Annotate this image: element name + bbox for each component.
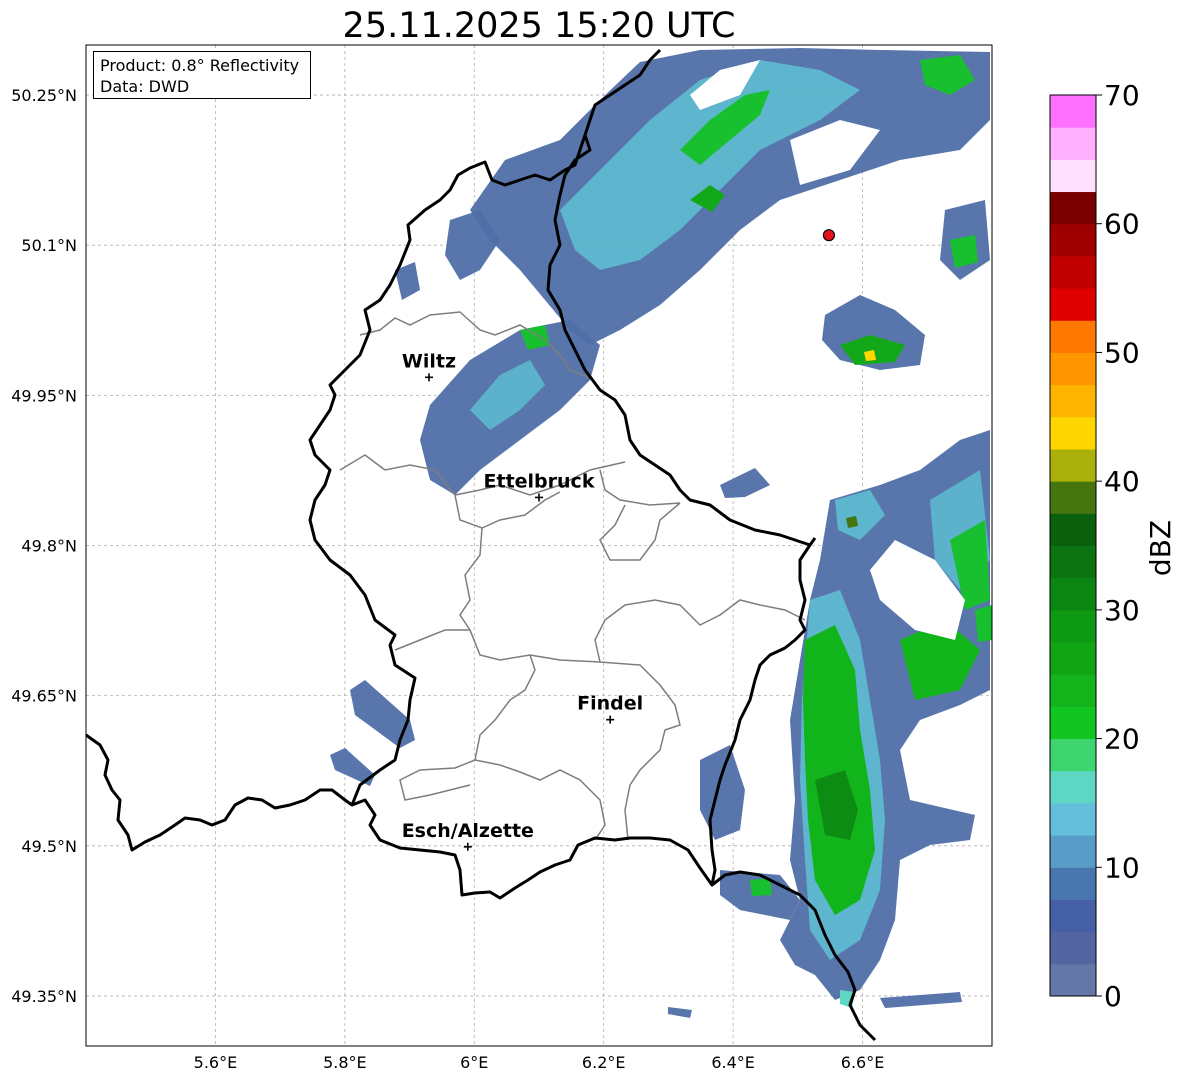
colorbar-bin [1050, 448, 1096, 482]
colorbar-bin [1050, 95, 1096, 128]
colorbar-label: dBZ [1144, 520, 1177, 576]
lon-tick-label: 6.4°E [711, 1053, 755, 1072]
colorbar-bin [1050, 288, 1096, 321]
lat-tick-label: 49.65°N [11, 687, 77, 706]
colorbar-tick-label: 30 [1104, 594, 1140, 627]
colorbar-bin [1050, 255, 1096, 289]
lon-tick-label: 6.6°E [841, 1053, 885, 1072]
colorbar-bin [1050, 481, 1096, 514]
colorbar-tick-label: 0 [1104, 980, 1122, 1013]
data-source-label: Data: DWD [100, 77, 190, 96]
lat-tick-label: 49.5°N [21, 837, 77, 856]
product-info-box: Product: 0.8° Reflectivity Data: DWD [93, 51, 311, 99]
lat-tick-label: 50.1°N [21, 236, 77, 255]
echo-east-cell-1-yellow [864, 350, 876, 361]
lat-tick-label: 49.35°N [11, 987, 77, 1006]
lon-tick-label: 6°E [460, 1053, 488, 1072]
city-label: Ettelbruck [484, 470, 595, 492]
lat-tick-label: 49.95°N [11, 386, 77, 405]
colorbar-bin [1050, 609, 1096, 643]
colorbar-tick-label: 10 [1104, 851, 1140, 884]
colorbar-bin [1050, 706, 1096, 740]
colorbar-bin [1050, 223, 1096, 257]
colorbar-bin [1050, 770, 1096, 804]
echo-east-cell-2-core [950, 235, 978, 268]
colorbar-bin [1050, 127, 1096, 160]
colorbar-bin [1050, 545, 1096, 579]
colorbar-bin [1050, 931, 1096, 965]
colorbar-tick-label: 50 [1104, 336, 1140, 369]
colorbar-bin [1050, 674, 1096, 707]
colorbar-tick-label: 70 [1104, 79, 1140, 112]
colorbar-bin [1050, 513, 1096, 546]
colorbar-bin [1050, 352, 1096, 386]
echo-east-cell-3-core [846, 516, 858, 528]
colorbar-bin [1050, 963, 1096, 997]
colorbar-tick-label: 40 [1104, 465, 1140, 498]
lon-tick-label: 5.6°E [194, 1053, 238, 1072]
colorbar-bin [1050, 577, 1096, 611]
colorbar-bin [1050, 642, 1096, 675]
lon-tick-label: 5.8°E [323, 1053, 367, 1072]
radar-site-marker [822, 229, 836, 242]
city-label: Esch/Alzette [402, 820, 534, 842]
lon-tick-label: 6.2°E [582, 1053, 626, 1072]
colorbar-tick-label: 60 [1104, 208, 1140, 241]
colorbar-bin [1050, 384, 1096, 418]
colorbar-bin [1050, 835, 1096, 868]
colorbar-bin [1050, 159, 1096, 193]
colorbar-bin [1050, 867, 1096, 900]
colorbar-bin [1050, 738, 1096, 772]
product-label: Product: 0.8° Reflectivity [100, 56, 300, 75]
echo-east-green-stripe [975, 605, 992, 642]
lat-tick-label: 49.8°N [21, 537, 77, 556]
colorbar: 0 10 20 30 40 50 60 70 [1049, 79, 1140, 1013]
radar-map-figure: 25.11.2025 15:20 UTC WiltzEttelbruckFind… [11, 6, 1177, 1072]
colorbar-bin [1050, 416, 1096, 450]
city-label: Wiltz [402, 350, 456, 372]
colorbar-tick-label: 20 [1104, 723, 1140, 756]
city-label: Findel [577, 693, 643, 715]
colorbar-bin [1050, 899, 1096, 933]
map-title: 25.11.2025 15:20 UTC [343, 6, 736, 46]
colorbar-bin [1050, 320, 1096, 353]
colorbar-bin [1050, 191, 1096, 225]
lat-tick-label: 50.25°N [11, 86, 77, 105]
colorbar-bin [1050, 802, 1096, 836]
